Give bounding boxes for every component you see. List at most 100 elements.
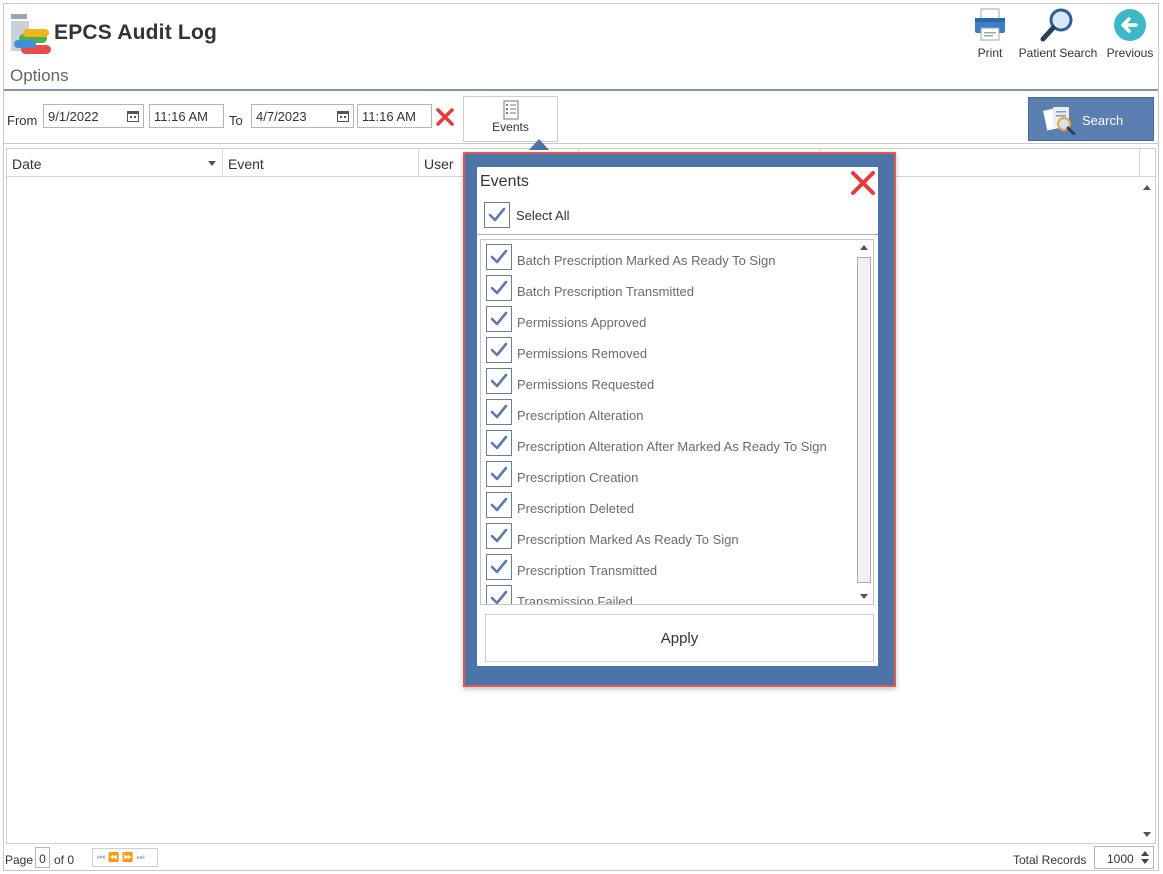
event-item-label: Prescription Alteration [517, 408, 644, 423]
from-time-field[interactable]: 11:16 AM [149, 104, 224, 128]
checkbox[interactable] [486, 461, 512, 487]
checkbox[interactable] [486, 430, 512, 456]
checkbox[interactable] [486, 337, 512, 363]
close-x-icon[interactable] [850, 170, 876, 196]
options-label: Options [10, 66, 69, 85]
checkmark-icon [490, 528, 508, 543]
event-item-label: Prescription Transmitted [517, 563, 658, 578]
magnifier-icon [1040, 8, 1073, 42]
pager-navigation[interactable]: ⏮⏪⏩⏭ [92, 848, 158, 867]
grid-scrollbar[interactable] [1140, 179, 1154, 843]
checkbox[interactable] [486, 585, 512, 604]
back-arrow-icon [1114, 9, 1146, 41]
select-all-label: Select All [516, 208, 570, 223]
event-item-label: Batch Prescription Transmitted [517, 284, 695, 299]
scroll-up-icon[interactable] [860, 245, 868, 250]
search-button-label: Search [1082, 113, 1124, 128]
scroll-down-icon[interactable] [1143, 832, 1151, 837]
from-label: From [7, 113, 38, 128]
event-item-label: Permissions Requested [517, 377, 655, 392]
to-time-value: 11:16 AM [362, 109, 416, 124]
search-documents-icon [1043, 107, 1076, 135]
events-button-label: Events [492, 120, 529, 134]
printer-icon [975, 8, 1005, 41]
events-popup-panel: Events Select All Batch Prescription Mar… [477, 167, 878, 666]
from-date-value: 9/1/2022 [48, 109, 99, 124]
patient-search-button[interactable]: Patient Search [1013, 6, 1103, 60]
previous-label: Previous [1106, 46, 1154, 60]
to-label: To [229, 113, 243, 128]
spin-up-icon[interactable] [1141, 851, 1149, 856]
page-label: Page [5, 853, 34, 867]
patient-search-label: Patient Search [1018, 46, 1098, 60]
checkmark-icon [490, 342, 508, 357]
checkbox[interactable] [486, 244, 512, 270]
events-list-scrollbar[interactable] [856, 241, 872, 603]
event-item-label: Prescription Marked As Ready To Sign [517, 532, 739, 547]
events-popup-title: Events [480, 173, 529, 190]
checkmark-icon [490, 435, 508, 450]
events-popup: Events Select All Batch Prescription Mar… [463, 152, 896, 687]
scroll-up-icon[interactable] [1143, 185, 1151, 190]
event-item-label: Permissions Approved [517, 315, 647, 330]
checkbox[interactable] [486, 554, 512, 580]
page-number-input[interactable]: 0 [35, 847, 50, 868]
column-header-event[interactable]: Event [223, 149, 419, 177]
print-label: Print [977, 46, 1003, 60]
to-time-field[interactable]: 11:16 AM [357, 104, 432, 128]
print-button[interactable]: Print [972, 6, 1008, 60]
spin-down-icon[interactable] [1141, 859, 1149, 864]
checkbox[interactable] [486, 523, 512, 549]
checkmark-icon [490, 249, 508, 264]
sort-dropdown-icon[interactable] [208, 161, 216, 166]
search-button[interactable]: Search [1028, 97, 1154, 141]
events-filter-button[interactable]: Events [463, 96, 558, 142]
total-records-spinner[interactable]: 1000 [1094, 846, 1154, 869]
event-item-label: Prescription Deleted [517, 501, 635, 516]
checkmark-icon [490, 404, 508, 419]
total-records-label: Total Records [1013, 853, 1087, 867]
scroll-thumb[interactable] [857, 257, 871, 583]
grid-footer: Page 0 of 0 ⏮⏪⏩⏭ Total Records 1000 [4, 846, 1158, 870]
events-list-icon [503, 100, 518, 120]
header-divider [4, 89, 1158, 91]
checkbox[interactable] [486, 275, 512, 301]
scroll-down-icon[interactable] [860, 594, 868, 599]
calendar-icon[interactable] [127, 110, 139, 122]
checkbox[interactable] [486, 399, 512, 425]
checkmark-icon [490, 280, 508, 295]
to-date-field[interactable]: 4/7/2023 [251, 104, 354, 128]
column-header-date[interactable]: Date [7, 149, 223, 177]
event-item-label: Prescription Creation [517, 470, 639, 485]
event-item-label: Prescription Alteration After Marked As … [517, 439, 827, 454]
checkmark-icon [490, 466, 508, 481]
popup-pointer [529, 139, 549, 150]
filter-bar: From 9/1/2022 11:16 AM To 4/7/2023 11:16… [4, 92, 1158, 146]
event-item-label: Batch Prescription Marked As Ready To Si… [517, 253, 776, 268]
checkmark-icon [490, 559, 508, 574]
clear-x-icon[interactable] [434, 106, 456, 128]
from-date-field[interactable]: 9/1/2022 [43, 104, 144, 128]
to-date-value: 4/7/2023 [256, 109, 307, 124]
checkbox[interactable] [486, 368, 512, 394]
previous-button[interactable]: Previous [1104, 6, 1156, 60]
checkbox[interactable] [484, 202, 510, 228]
checkmark-icon [488, 207, 506, 222]
checkbox[interactable] [486, 492, 512, 518]
app-logo-icon [11, 14, 51, 54]
apply-button[interactable]: Apply [485, 614, 874, 662]
page-count-label: of 0 [54, 853, 75, 867]
from-time-value: 11:16 AM [154, 109, 208, 124]
page-title: EPCS Audit Log [54, 21, 218, 44]
checkmark-icon [490, 590, 508, 604]
checkmark-icon [490, 373, 508, 388]
checkmark-icon [490, 497, 508, 512]
popup-divider [477, 234, 878, 235]
filter-divider [4, 143, 1158, 144]
events-list: Batch Prescription Marked As Ready To Si… [480, 239, 874, 605]
checkbox[interactable] [486, 306, 512, 332]
event-item-label: Transmission Failed [517, 594, 633, 605]
calendar-icon[interactable] [337, 110, 349, 122]
checkmark-icon [490, 311, 508, 326]
event-item-label: Permissions Removed [517, 346, 648, 361]
